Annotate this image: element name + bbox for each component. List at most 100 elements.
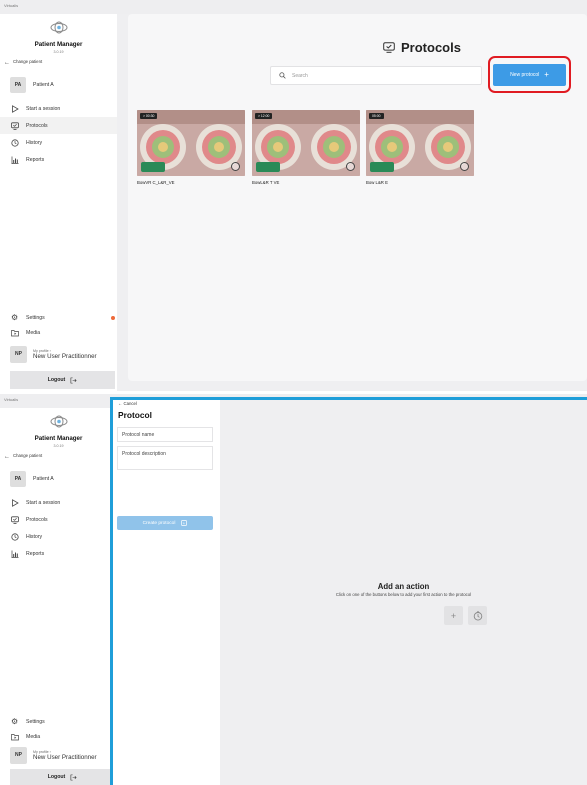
back-arrow-icon: ← (4, 60, 10, 66)
logout-label: Logout (47, 377, 66, 383)
folder-play-icon (11, 330, 19, 337)
form-title: Protocol (118, 410, 152, 420)
create-protocol-label: Create protocol (142, 520, 176, 526)
logout-button[interactable]: Logout (10, 769, 115, 785)
nav-start-session[interactable]: Start a session (0, 494, 117, 511)
protocol-thumbnail: > 00:30 (137, 110, 245, 176)
timer-icon (473, 610, 482, 621)
app-logo-icon (50, 415, 68, 428)
protocol-name-field[interactable]: Protocol name (117, 427, 213, 442)
play-icon (346, 162, 355, 171)
profile-link[interactable]: NP My profile › New User Practitionner (10, 345, 97, 363)
bar-chart-icon (11, 156, 19, 164)
protocol-card[interactable]: 05:00 Bow L&R E (366, 110, 474, 185)
patient-selector[interactable]: PA Patient A (10, 77, 54, 93)
mode-badge (256, 162, 280, 172)
nav-label: Start a session (26, 499, 61, 506)
create-protocol-button[interactable]: Create protocol (117, 516, 213, 530)
app-title: Patient Manager (34, 435, 83, 442)
empty-state-text: Click on one of the buttons below to add… (335, 592, 472, 597)
plus-icon: + (450, 610, 457, 621)
protocol-name: Bow L&R E (366, 180, 388, 185)
patient-name: Patient A (33, 82, 54, 88)
nav-reports[interactable]: Reports (0, 545, 117, 562)
media-label: Media (26, 330, 41, 336)
search-input[interactable]: Search (270, 66, 482, 85)
nav-label: Protocols (26, 122, 48, 129)
nav-protocols[interactable]: Protocols (0, 117, 117, 134)
protocol-thumbnail: 05:00 (366, 110, 474, 176)
notification-dot (111, 316, 115, 320)
media-label: Media (26, 734, 41, 740)
logout-label: Logout (47, 774, 66, 780)
history-icon (11, 532, 19, 541)
cancel-label: Cancel (123, 401, 137, 406)
profile-avatar: NP (10, 345, 27, 363)
search-icon (279, 72, 286, 79)
protocol-thumbnail: > 12:00 (252, 110, 360, 176)
protocols-screen: Virtualis Patient Manager 3.0.19 ← Change… (0, 0, 587, 391)
gear-icon: ⚙ (11, 313, 19, 322)
patient-name: Patient A (33, 476, 54, 482)
window-title: Virtualis (4, 397, 19, 402)
profile-name: New User Practitionner (33, 753, 97, 761)
profile-avatar: NP (10, 746, 27, 764)
folder-play-icon (11, 734, 19, 741)
cancel-link[interactable]: ← Cancel (118, 401, 137, 406)
patient-avatar: PA (10, 77, 26, 93)
app-logo-icon (50, 21, 68, 34)
play-icon (231, 162, 240, 171)
nav-label: History (26, 533, 43, 540)
back-arrow-icon: ← (4, 454, 10, 460)
nav-label: Protocols (26, 516, 48, 523)
protocol-name: BowL&R T VE (252, 180, 280, 185)
nav-media[interactable]: Media (11, 731, 40, 743)
profile-link[interactable]: NP My profile › New User Practitionner (10, 746, 97, 764)
change-patient-link[interactable]: ← Change patient (4, 59, 42, 66)
nav-start-session[interactable]: Start a session (0, 100, 117, 117)
change-patient-label: Change patient (13, 453, 43, 458)
duration-badge: > 00:30 (140, 113, 158, 119)
app-version: 3.0.19 (53, 444, 64, 448)
page-title: Protocols (383, 40, 461, 55)
patient-avatar: PA (10, 471, 26, 487)
protocol-card[interactable]: > 00:30 BowVR C_L&R_VE (137, 110, 245, 185)
protocol-screen-icon (383, 42, 395, 53)
sidebar: Patient Manager 3.0.19 ← Change patient P… (0, 408, 117, 785)
nav-protocols[interactable]: Protocols (0, 511, 117, 528)
protocol-screen-icon (11, 121, 19, 130)
nav-label: Reports (26, 550, 45, 557)
page-title-text: Protocols (401, 40, 461, 55)
save-icon (181, 520, 188, 526)
nav-reports[interactable]: Reports (0, 151, 117, 168)
protocol-card[interactable]: > 12:00 BowL&R T VE (252, 110, 360, 185)
nav-label: History (26, 139, 43, 146)
search-placeholder: Search (292, 72, 308, 79)
logout-button[interactable]: Logout (10, 371, 115, 389)
nav-label: Reports (26, 156, 45, 163)
nav-media[interactable]: Media (11, 327, 40, 339)
settings-label: Settings (26, 315, 45, 321)
patient-selector[interactable]: PA Patient A (10, 471, 54, 487)
play-icon (460, 162, 469, 171)
empty-state-title: Add an action (377, 582, 430, 591)
protocol-description-field[interactable]: Protocol description (117, 446, 213, 470)
window-titlebar: Virtualis (0, 0, 587, 14)
history-icon (11, 138, 19, 147)
mode-badge (370, 162, 394, 172)
app-title: Patient Manager (34, 41, 83, 48)
settings-label: Settings (26, 719, 45, 725)
nav-settings[interactable]: ⚙ Settings (11, 312, 115, 324)
change-patient-label: Change patient (13, 59, 43, 64)
logout-icon (70, 377, 77, 383)
add-wait-button[interactable] (468, 606, 487, 625)
profile-name: New User Practitionner (33, 352, 97, 360)
play-outline-icon (12, 104, 19, 113)
nav-history[interactable]: History (0, 134, 117, 151)
change-patient-link[interactable]: ← Change patient (4, 453, 42, 460)
window-title: Virtualis (4, 3, 19, 8)
play-outline-icon (12, 498, 19, 507)
nav-settings[interactable]: ⚙ Settings (11, 716, 115, 728)
add-action-button[interactable]: + (444, 606, 463, 625)
nav-history[interactable]: History (0, 528, 117, 545)
